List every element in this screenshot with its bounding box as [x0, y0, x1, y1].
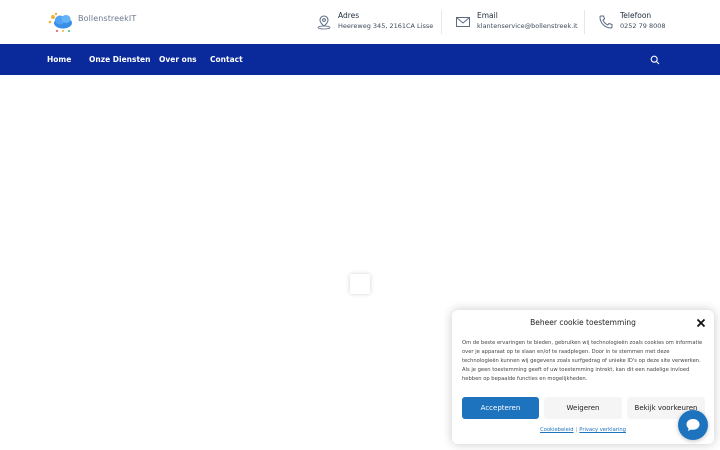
cookie-title: Beheer cookie toestemming	[530, 318, 636, 327]
chat-bubble-icon	[686, 419, 700, 431]
nav-item-over-ons[interactable]: Over ons	[159, 55, 197, 64]
header-divider	[441, 10, 442, 34]
email-block: Email klantenservice@bollenstreek.it	[455, 11, 578, 33]
accept-button[interactable]: Accepteren	[462, 397, 539, 419]
top-header: BollenstreekIT Adres Heereweg 345, 2161C…	[0, 0, 720, 44]
email-value[interactable]: klantenservice@bollenstreek.it	[477, 21, 578, 31]
link-divider: |	[575, 427, 578, 433]
privacy-link[interactable]: Privacy verklaring	[579, 427, 626, 433]
page-loader	[350, 274, 370, 294]
cookie-consent-dialog: Beheer cookie toestemming Om de beste er…	[452, 310, 714, 444]
chat-button[interactable]	[678, 410, 708, 440]
envelope-icon	[456, 17, 470, 27]
nav-item-home[interactable]: Home	[47, 55, 71, 64]
nav-item-contact[interactable]: Contact	[210, 55, 243, 64]
map-pin-icon	[317, 15, 331, 30]
header-divider	[584, 10, 585, 34]
phone-value[interactable]: 0252 79 8008	[620, 21, 666, 31]
cookie-body-text: Om de beste ervaringen te bieden, gebrui…	[462, 340, 703, 382]
logo-text: BollenstreekIT	[78, 13, 137, 23]
phone-label: Telefoon	[620, 11, 652, 20]
cloud-logo-icon	[48, 12, 72, 32]
close-icon[interactable]	[696, 318, 706, 328]
main-navigation: Home Onze Diensten Over ons Contact	[0, 44, 720, 75]
phone-icon	[599, 15, 613, 29]
cookie-links: Cookiebeleid | Privacy verklaring	[452, 427, 714, 433]
phone-block: Telefoon 0252 79 8008	[598, 11, 666, 33]
site-logo[interactable]: BollenstreekIT	[47, 10, 137, 34]
address-label: Adres	[338, 11, 360, 20]
address-block: Adres Heereweg 345, 2161CA Lisse	[316, 11, 433, 33]
search-icon[interactable]	[650, 55, 660, 65]
nav-item-diensten[interactable]: Onze Diensten	[89, 55, 150, 64]
deny-button[interactable]: Weigeren	[544, 397, 622, 419]
email-label: Email	[477, 11, 498, 20]
cookie-policy-link[interactable]: Cookiebeleid	[540, 427, 573, 433]
address-value: Heereweg 345, 2161CA Lisse	[338, 22, 434, 30]
